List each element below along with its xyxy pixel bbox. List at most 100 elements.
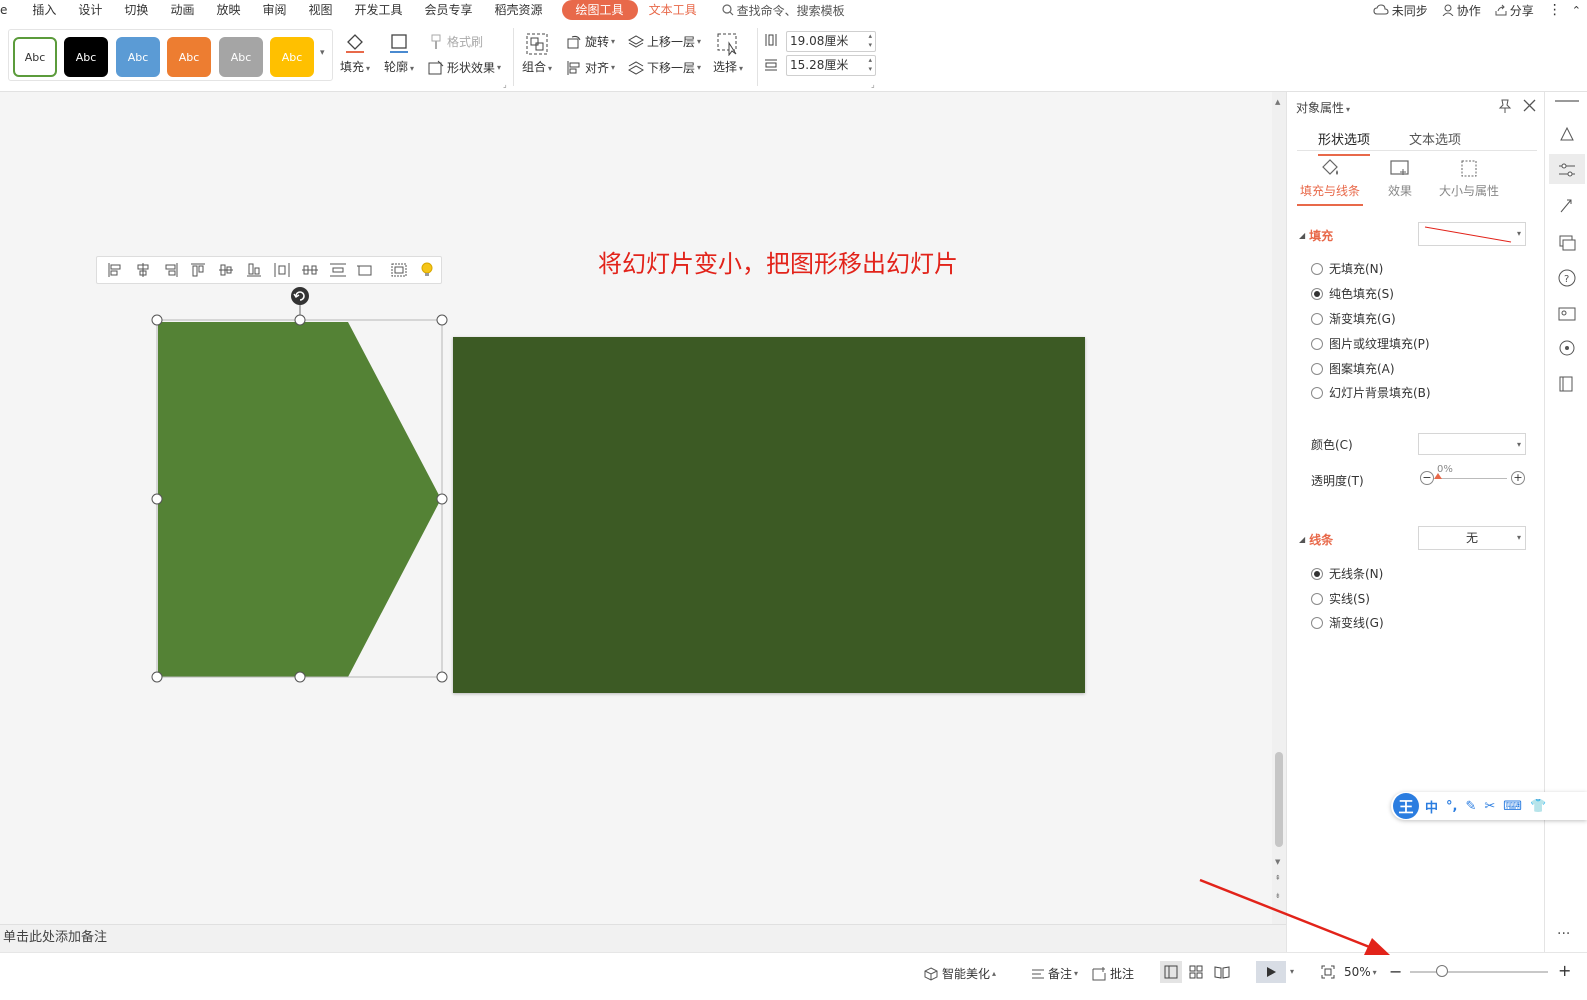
distribute-horizontal-icon[interactable]	[268, 258, 296, 282]
resize-handle[interactable]	[294, 314, 306, 326]
subtab-fill-line[interactable]: 填充与线条	[1295, 158, 1365, 199]
notes-button[interactable]: 备注 ▾	[1031, 965, 1078, 982]
zoom-out-icon[interactable]: −	[1389, 962, 1402, 981]
align-bottom-icon[interactable]	[240, 258, 268, 282]
radio-button[interactable]	[1311, 592, 1323, 605]
align-left-icon[interactable]	[101, 258, 129, 282]
menu-slideshow[interactable]: 放映	[205, 0, 251, 20]
width-spinner[interactable]: ▴ ▾	[868, 32, 872, 50]
ime-logo[interactable]: 王	[1393, 793, 1419, 819]
line-option-gradient[interactable]: 渐变线(G)	[1311, 614, 1384, 631]
ime-mode-toggle[interactable]: 中	[1425, 797, 1438, 816]
ime-skin-icon[interactable]: 👕	[1530, 799, 1546, 814]
menu-developer[interactable]: 开发工具	[344, 0, 414, 20]
animation-icon[interactable]	[1557, 196, 1577, 216]
radio-button[interactable]	[1311, 337, 1323, 350]
fit-window-button[interactable]	[1321, 965, 1335, 979]
align-button[interactable]: 对齐 ▾	[566, 59, 615, 76]
send-backward-button[interactable]: 下移一层 ▾	[628, 59, 701, 76]
align-middle-icon[interactable]	[212, 258, 240, 282]
zoom-level[interactable]: 50% ▾	[1344, 965, 1377, 979]
line-option-solid[interactable]: 实线(S)	[1311, 590, 1370, 607]
command-search[interactable]: 查找命令、搜索模板	[721, 2, 845, 19]
more-icon[interactable]: ···	[1557, 926, 1570, 942]
align-top-icon[interactable]	[184, 258, 212, 282]
shape-style-5[interactable]: Abc	[219, 37, 263, 77]
book-icon[interactable]	[1557, 374, 1577, 394]
location-icon[interactable]	[1557, 338, 1577, 358]
play-slideshow-button[interactable]	[1256, 961, 1286, 983]
gallery-more-icon[interactable]: ▾	[320, 48, 325, 58]
style-icon[interactable]	[1557, 124, 1577, 144]
menu-design[interactable]: 设计	[67, 0, 113, 20]
rotate-handle-icon[interactable]	[291, 287, 309, 305]
fill-option-picture[interactable]: 图片或纹理填充(P)	[1311, 335, 1430, 352]
slide-rectangle[interactable]	[453, 337, 1085, 693]
transparency-decrease-icon[interactable]: −	[1420, 471, 1434, 485]
menu-docer[interactable]: 稻壳资源	[484, 0, 554, 20]
shape-style-1[interactable]: Abc	[13, 37, 57, 77]
prev-slide-icon[interactable]: ⇞	[1275, 874, 1281, 882]
line-preset-dropdown[interactable]: 无 ▾	[1418, 526, 1526, 550]
close-icon[interactable]	[1523, 99, 1536, 112]
align-center-icon[interactable]	[129, 258, 157, 282]
line-option-none[interactable]: 无线条(N)	[1311, 565, 1383, 582]
menu-animation[interactable]: 动画	[159, 0, 205, 20]
radio-button[interactable]	[1311, 312, 1323, 325]
notes-area[interactable]: 单击此处添加备注	[0, 924, 1286, 952]
image-icon[interactable]	[1557, 304, 1577, 324]
outline-button[interactable]: 轮廓 ▾	[384, 32, 414, 75]
ime-pen-icon[interactable]: ✎	[1465, 799, 1476, 814]
group-button[interactable]: 组合 ▾	[522, 32, 552, 75]
fill-option-none[interactable]: 无填充(N)	[1311, 260, 1383, 277]
help-icon[interactable]: ?	[1557, 268, 1577, 288]
scroll-thumb[interactable]	[1275, 752, 1283, 847]
ime-punctuation-icon[interactable]: °,	[1446, 799, 1457, 814]
shape-height-input[interactable]: 15.28厘米 ▴ ▾	[786, 55, 876, 76]
shape-style-6[interactable]: Abc	[270, 37, 314, 77]
size-launcher-icon[interactable]: ⌟	[871, 80, 875, 89]
rotate-button[interactable]: 旋转 ▾	[566, 33, 615, 50]
height-spinner[interactable]: ▴ ▾	[868, 56, 872, 74]
resize-handle[interactable]	[436, 314, 448, 326]
sync-status[interactable]: 未同步	[1373, 2, 1428, 19]
scroll-up-icon[interactable]: ▲	[1275, 98, 1280, 106]
resize-handle[interactable]	[436, 671, 448, 683]
resize-handle[interactable]	[294, 671, 306, 683]
menu-review[interactable]: 审阅	[251, 0, 297, 20]
format-painter-button[interactable]: 格式刷	[428, 33, 483, 50]
tab-drawing-tools[interactable]: 绘图工具	[561, 0, 638, 20]
line-section-header[interactable]: ◢ 线条	[1299, 531, 1333, 548]
shape-effect-button[interactable]: 形状效果 ▾	[428, 59, 501, 76]
pin-icon[interactable]	[1498, 99, 1512, 113]
shape-style-4[interactable]: Abc	[167, 37, 211, 77]
selected-pentagon-shape[interactable]	[150, 286, 450, 686]
subtab-size-properties[interactable]: 大小与属性	[1434, 158, 1504, 199]
radio-button[interactable]	[1311, 567, 1323, 580]
smart-beautify-button[interactable]: 智能美化 ▴	[924, 965, 996, 982]
collapse-strip-icon[interactable]	[1555, 100, 1579, 102]
crop-icon[interactable]	[351, 258, 379, 282]
transparency-slider-thumb[interactable]	[1434, 473, 1442, 479]
color-dropdown[interactable]: ▾	[1418, 433, 1526, 455]
shape-width-input[interactable]: 19.08厘米 ▴ ▾	[786, 31, 876, 52]
fill-option-solid[interactable]: 纯色填充(S)	[1311, 285, 1394, 302]
radio-button[interactable]	[1311, 362, 1323, 375]
vertical-scrollbar[interactable]: ▲ ▼ ⇞ ⇟	[1272, 92, 1286, 924]
radio-button[interactable]	[1311, 262, 1323, 275]
fill-section-header[interactable]: ◢ 填充	[1299, 227, 1333, 244]
fill-preset-dropdown[interactable]: ▾	[1418, 222, 1526, 246]
resize-handle[interactable]	[436, 493, 448, 505]
align-right-icon[interactable]	[157, 258, 185, 282]
subtab-effect[interactable]: 效果	[1365, 158, 1435, 199]
fill-button[interactable]: 填充 ▾	[340, 32, 370, 75]
select-button[interactable]: 选择 ▾	[713, 32, 743, 75]
resize-handle[interactable]	[151, 493, 163, 505]
normal-view-button[interactable]	[1160, 961, 1182, 983]
menu-member[interactable]: 会员专享	[414, 0, 484, 20]
group-selection-icon[interactable]	[385, 258, 413, 282]
transition-icon[interactable]	[1557, 232, 1577, 252]
properties-icon[interactable]	[1557, 160, 1577, 180]
menu-item-partial[interactable]: e	[0, 0, 21, 20]
bring-forward-button[interactable]: 上移一层 ▾	[628, 33, 701, 50]
